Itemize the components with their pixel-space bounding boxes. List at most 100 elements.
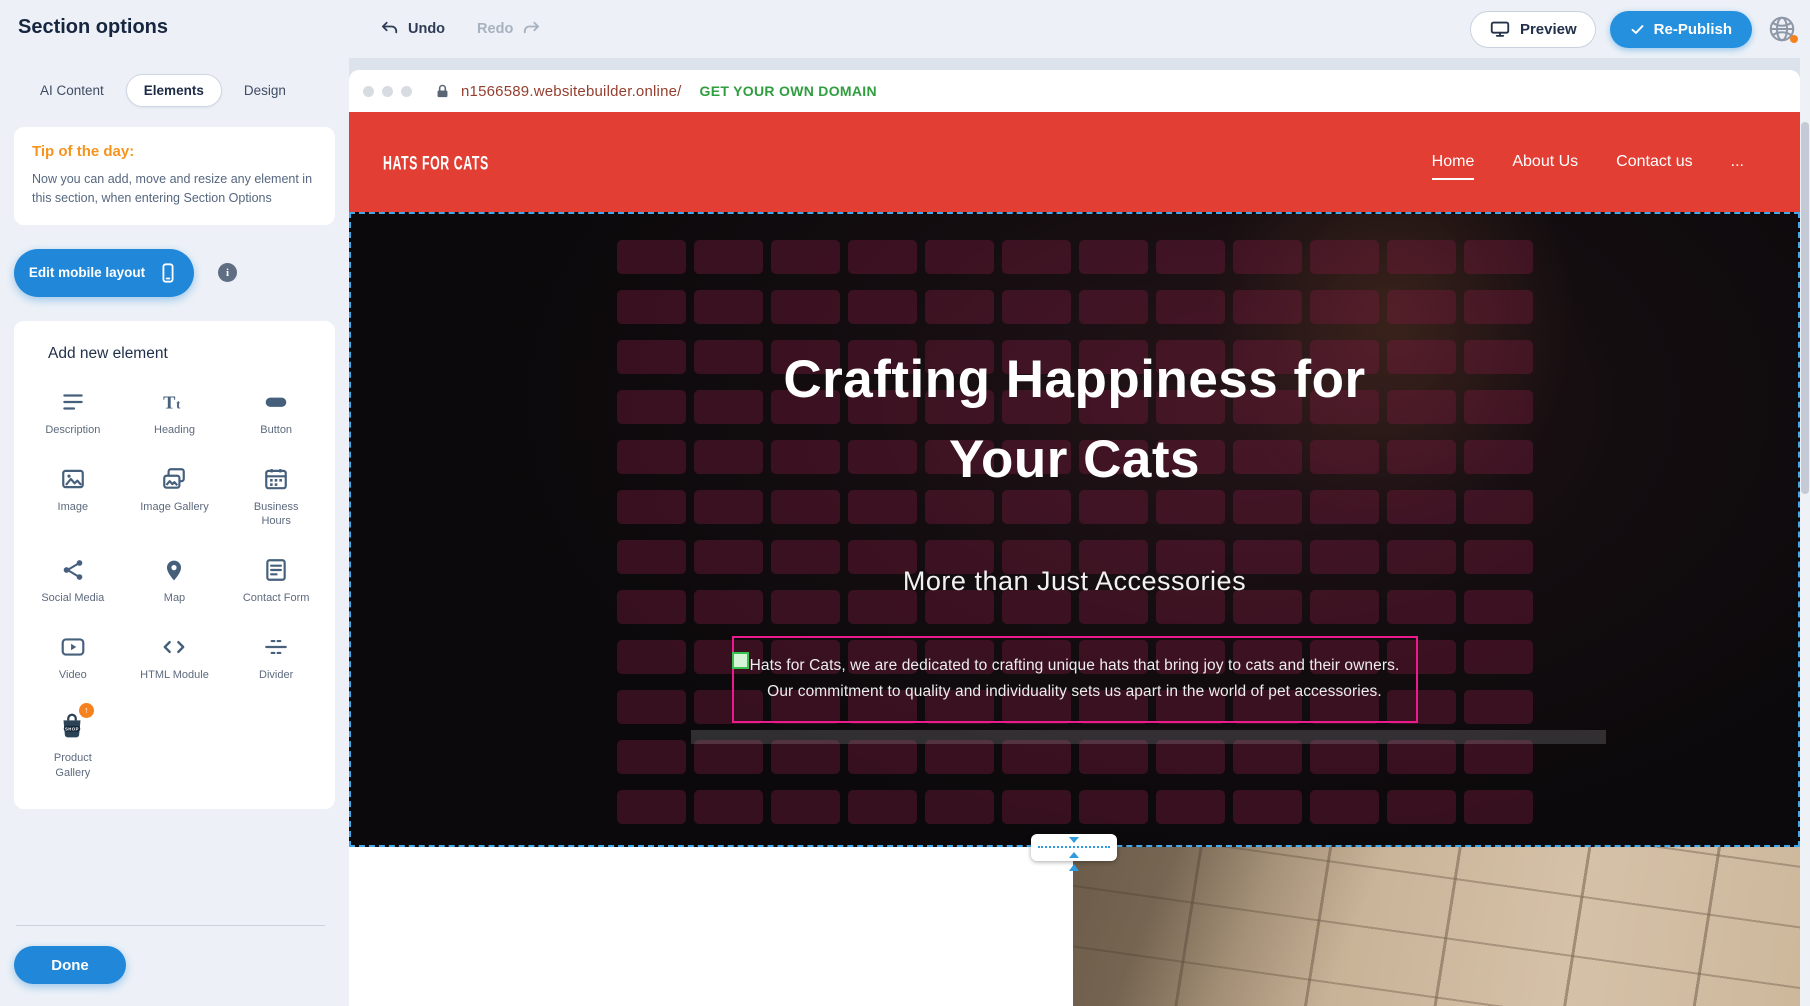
divider-icon bbox=[263, 634, 289, 660]
element-label: Image Gallery bbox=[140, 500, 208, 515]
element-button[interactable]: Button bbox=[225, 389, 327, 438]
hero-pattern-tile bbox=[1310, 290, 1379, 324]
hero-pattern-tile bbox=[694, 240, 763, 274]
edit-mobile-row: Edit mobile layout i bbox=[14, 249, 335, 297]
element-social-media[interactable]: Social Media bbox=[22, 557, 124, 606]
redo-button[interactable]: Redo bbox=[477, 19, 541, 39]
hero-pattern-tile bbox=[617, 790, 686, 824]
check-icon bbox=[1630, 22, 1645, 37]
hero-pattern-tile bbox=[1464, 490, 1533, 524]
element-image-gallery[interactable]: Image Gallery bbox=[124, 466, 226, 530]
hero-pattern-tile bbox=[617, 640, 686, 674]
undo-button[interactable]: Undo bbox=[380, 19, 445, 39]
element-label: Divider bbox=[259, 668, 293, 683]
nav-about-us[interactable]: About Us bbox=[1512, 153, 1578, 171]
element-label: Contact Form bbox=[243, 591, 310, 606]
monitor-icon bbox=[1489, 18, 1511, 40]
element-label: Social Media bbox=[41, 591, 104, 606]
heading-icon: Tt bbox=[161, 389, 187, 415]
nav-more[interactable]: ... bbox=[1731, 153, 1744, 171]
hero-heading[interactable]: Crafting Happiness for Your Cats bbox=[735, 340, 1415, 499]
undo-label: Undo bbox=[408, 21, 445, 37]
element-label: Video bbox=[59, 668, 87, 683]
history-controls: Undo Redo bbox=[380, 0, 541, 58]
tab-elements[interactable]: Elements bbox=[126, 74, 222, 107]
nav-contact-us[interactable]: Contact us bbox=[1616, 153, 1692, 171]
done-button[interactable]: Done bbox=[14, 946, 126, 984]
preview-button[interactable]: Preview bbox=[1470, 11, 1596, 48]
hero-pattern-tile bbox=[617, 290, 686, 324]
hero-pattern-tile bbox=[1233, 790, 1302, 824]
hero-pattern-tile bbox=[1464, 240, 1533, 274]
tab-ai-content[interactable]: AI Content bbox=[22, 74, 122, 107]
hero-pattern-tile bbox=[1464, 390, 1533, 424]
hero-pattern-tile bbox=[1387, 740, 1456, 774]
republish-button[interactable]: Re-Publish bbox=[1610, 11, 1752, 48]
element-heading[interactable]: Tt Heading bbox=[124, 389, 226, 438]
tip-title: Tip of the day: bbox=[32, 143, 317, 160]
site-logo[interactable]: HATS FOR CATS bbox=[383, 151, 489, 174]
info-icon[interactable]: i bbox=[218, 263, 237, 282]
get-domain-link[interactable]: GET YOUR OWN DOMAIN bbox=[700, 83, 877, 99]
element-map[interactable]: Map bbox=[124, 557, 226, 606]
element-divider[interactable]: Divider bbox=[225, 634, 327, 683]
edit-mobile-layout-button[interactable]: Edit mobile layout bbox=[14, 249, 194, 297]
window-controls bbox=[363, 86, 412, 97]
section-resize-handle[interactable] bbox=[1031, 834, 1117, 861]
svg-text:t: t bbox=[177, 396, 182, 411]
hero-pattern-tile bbox=[1156, 740, 1225, 774]
hero-section-selected[interactable]: Crafting Happiness for Your Cats More th… bbox=[349, 212, 1800, 847]
element-business-hours[interactable]: Business Hours bbox=[225, 466, 327, 530]
preview-label: Preview bbox=[1520, 21, 1577, 38]
topbar-actions: Preview Re-Publish bbox=[1470, 0, 1798, 58]
hero-pattern-tile bbox=[1464, 690, 1533, 724]
window-dot bbox=[401, 86, 412, 97]
hero-pattern-tile bbox=[694, 740, 763, 774]
element-grid: Description Tt Heading Button Image bbox=[22, 389, 327, 781]
hero-pattern-tile bbox=[771, 240, 840, 274]
scrollbar-thumb[interactable] bbox=[1801, 122, 1809, 494]
redo-label: Redo bbox=[477, 21, 513, 37]
tab-design[interactable]: Design bbox=[226, 74, 304, 107]
hero-pattern-tile bbox=[694, 790, 763, 824]
svg-text:T: T bbox=[164, 392, 176, 412]
hero-pattern-tile bbox=[1079, 790, 1148, 824]
element-contact-form[interactable]: Contact Form bbox=[225, 557, 327, 606]
editor-canvas: n1566589.websitebuilder.online/ GET YOUR… bbox=[349, 58, 1810, 1006]
hero-pattern-tile bbox=[1156, 290, 1225, 324]
element-html-module[interactable]: HTML Module bbox=[124, 634, 226, 683]
window-dot bbox=[363, 86, 374, 97]
hero-pattern-tile bbox=[617, 390, 686, 424]
language-globe-button[interactable] bbox=[1766, 13, 1798, 45]
element-drag-handle[interactable] bbox=[732, 652, 749, 669]
hero-pattern-tile bbox=[1464, 340, 1533, 374]
button-icon bbox=[263, 389, 289, 415]
element-product-gallery[interactable]: SHOP ↑ Product Gallery bbox=[22, 711, 124, 781]
hero-subheading[interactable]: More than Just Accessories bbox=[351, 566, 1798, 597]
selection-highlight-band bbox=[691, 730, 1606, 744]
hero-paragraph[interactable]: Hats for Cats, we are dedicated to craft… bbox=[742, 653, 1408, 706]
redo-icon bbox=[521, 19, 541, 39]
element-video[interactable]: Video bbox=[22, 634, 124, 683]
hero-pattern-tile bbox=[1079, 290, 1148, 324]
hero-pattern-tile bbox=[617, 440, 686, 474]
website-page: HATS FOR CATS Home About Us Contact us .… bbox=[349, 112, 1800, 1006]
notification-dot bbox=[1790, 35, 1798, 43]
canvas-scrollbar[interactable] bbox=[1800, 58, 1810, 1006]
hero-pattern-tile bbox=[1464, 740, 1533, 774]
hero-pattern-tile bbox=[848, 240, 917, 274]
hero-pattern-tile bbox=[1387, 790, 1456, 824]
upgrade-badge-icon: ↑ bbox=[79, 703, 94, 718]
topbar: Section options Undo Redo Preview Re-P bbox=[0, 0, 1810, 58]
selected-text-element[interactable]: Hats for Cats, we are dedicated to craft… bbox=[732, 636, 1418, 723]
element-description[interactable]: Description bbox=[22, 389, 124, 438]
nav-home[interactable]: Home bbox=[1432, 153, 1475, 171]
hero-pattern-tile bbox=[617, 490, 686, 524]
shop-badge-label: SHOP bbox=[65, 726, 79, 731]
element-image[interactable]: Image bbox=[22, 466, 124, 530]
site-url[interactable]: n1566589.websitebuilder.online/ bbox=[461, 83, 682, 100]
element-label: Business Hours bbox=[240, 500, 312, 530]
lock-icon bbox=[434, 83, 451, 100]
hero-pattern-tile bbox=[1156, 240, 1225, 274]
hero-pattern-tile bbox=[1002, 290, 1071, 324]
